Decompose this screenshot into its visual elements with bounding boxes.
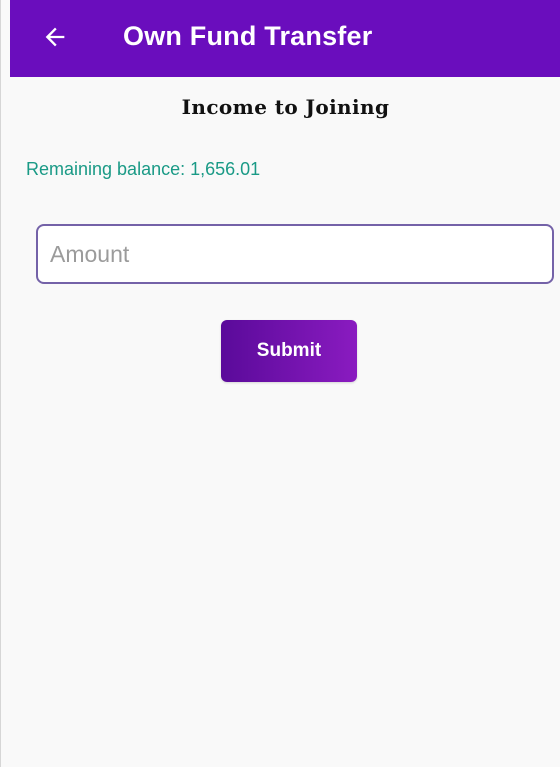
submit-button[interactable]: Submit [221, 320, 357, 382]
section-title: Income to Joining [181, 95, 390, 119]
back-button[interactable] [38, 20, 72, 54]
transfer-form: Income to Joining Remaining balance: 1,6… [10, 77, 560, 767]
app-bar-title: Own Fund Transfer [123, 21, 373, 51]
app-bar: Own Fund Transfer [10, 0, 560, 77]
remaining-balance-text: Remaining balance: 1,656.01 [26, 159, 261, 179]
amount-input[interactable] [36, 224, 554, 284]
own-fund-transfer-screen: Own Fund Transfer Income to Joining Rema… [0, 0, 560, 767]
arrow-left-icon [45, 27, 65, 47]
